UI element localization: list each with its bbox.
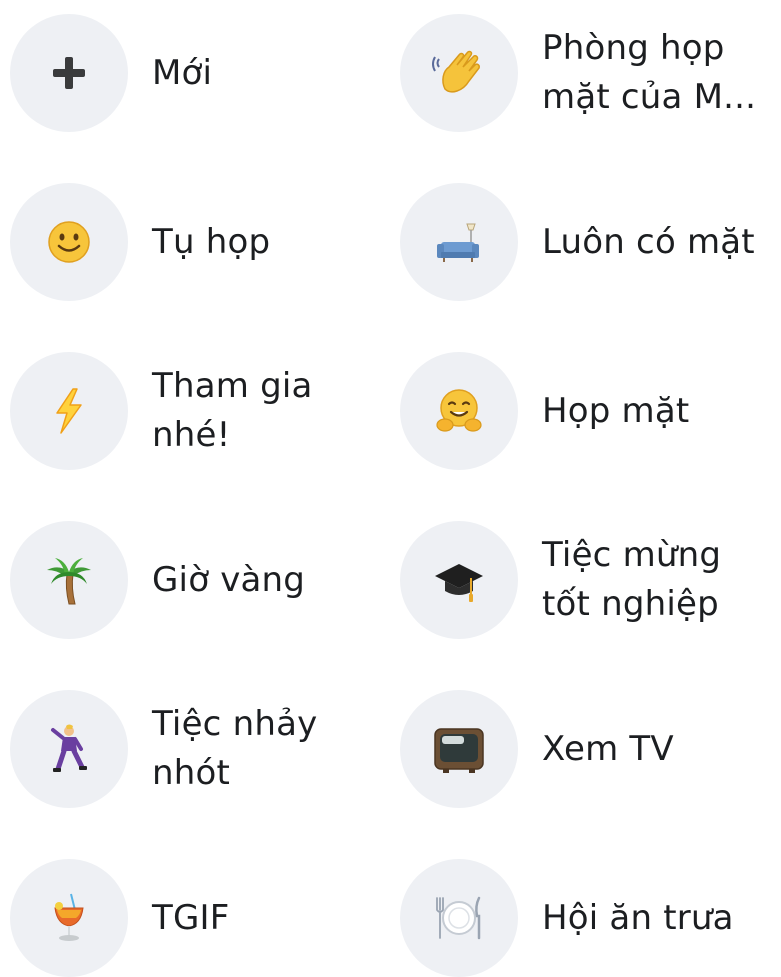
option-icon-circle xyxy=(400,521,518,639)
room-type-grid: Mới Phòng họp mặt của M... Tụ họp Luôn c… xyxy=(0,0,781,977)
option-icon-circle xyxy=(10,521,128,639)
tropical-drink-icon xyxy=(54,893,84,941)
option-icon-circle xyxy=(400,183,518,301)
option-hangout[interactable]: Tụ họp xyxy=(10,183,372,301)
option-icon-circle xyxy=(400,859,518,977)
option-happy-hour[interactable]: Giờ vàng xyxy=(10,521,372,639)
option-label: TGIF xyxy=(152,897,230,938)
option-icon-circle xyxy=(10,183,128,301)
option-dance-party[interactable]: Tiệc nhảy nhót xyxy=(10,690,372,808)
option-label: Phòng họp mặt của M... xyxy=(542,28,757,117)
option-new[interactable]: Mới xyxy=(10,14,372,132)
option-label: Mới xyxy=(152,52,213,93)
option-label: Tham gia nhé! xyxy=(152,366,313,455)
option-icon-circle xyxy=(400,14,518,132)
option-label: Giờ vàng xyxy=(152,559,306,600)
option-label: Hội ăn trưa xyxy=(542,897,734,938)
option-always-there[interactable]: Luôn có mặt xyxy=(400,183,781,301)
option-label: Luôn có mặt xyxy=(542,221,755,262)
option-label: Tiệc nhảy nhót xyxy=(152,704,318,793)
option-label: Họp mặt xyxy=(542,390,690,431)
option-icon-circle xyxy=(10,859,128,977)
couch-lamp-icon xyxy=(437,223,479,262)
plus-icon xyxy=(53,57,85,89)
option-graduation[interactable]: Tiệc mừng tốt nghiệp xyxy=(400,521,781,639)
option-tgif[interactable]: TGIF xyxy=(10,859,372,977)
option-icon-circle xyxy=(10,14,128,132)
option-icon-circle xyxy=(400,690,518,808)
palm-tree-icon xyxy=(47,558,91,605)
option-meeting-room[interactable]: Phòng họp mặt của M... xyxy=(400,14,781,132)
television-icon xyxy=(434,728,484,773)
option-icon-circle xyxy=(400,352,518,470)
hugging-face-icon xyxy=(436,389,482,432)
waving-hand-icon xyxy=(432,50,480,93)
option-label: Tiệc mừng tốt nghiệp xyxy=(542,535,722,624)
option-watch-tv[interactable]: Xem TV xyxy=(400,690,781,808)
graduation-cap-icon xyxy=(435,564,483,602)
dancing-man-icon xyxy=(51,724,87,772)
option-label: Tụ họp xyxy=(152,221,271,262)
option-icon-circle xyxy=(10,690,128,808)
smiley-face-icon xyxy=(48,221,90,263)
option-get-together[interactable]: Họp mặt xyxy=(400,352,781,470)
lightning-icon xyxy=(56,388,82,434)
fork-plate-knife-icon xyxy=(436,896,481,940)
option-lunch[interactable]: Hội ăn trưa xyxy=(400,859,781,977)
option-label: Xem TV xyxy=(542,728,674,769)
option-join-us[interactable]: Tham gia nhé! xyxy=(10,352,372,470)
option-icon-circle xyxy=(10,352,128,470)
